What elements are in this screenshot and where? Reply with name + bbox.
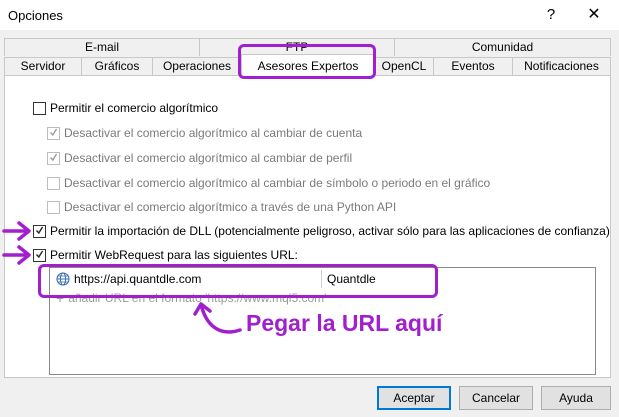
option-label: Desactivar el comercio algorítmico al ca… — [64, 151, 353, 165]
checkbox — [47, 200, 60, 214]
checkmark-icon — [36, 226, 43, 234]
tab-operaciones[interactable]: Operaciones — [152, 57, 242, 75]
checkbox — [47, 126, 60, 140]
curved-arrow-icon — [193, 302, 242, 334]
option-label: Desactivar el comercio algorítmico al ca… — [64, 176, 491, 190]
tab-comunidad[interactable]: Comunidad — [394, 38, 611, 56]
checkbox[interactable] — [33, 101, 46, 115]
checkbox[interactable] — [33, 248, 46, 262]
highlight-active-tab — [238, 44, 376, 79]
option-label: Permitir el comercio algorítmico — [50, 101, 219, 115]
tab-notificaciones[interactable]: Notificaciones — [512, 57, 611, 75]
tab-servidor[interactable]: Servidor — [4, 57, 82, 75]
tab-email[interactable]: E-mail — [4, 38, 200, 56]
option-label: Desactivar el comercio algorítmico al ca… — [64, 126, 363, 140]
option-allow-dll-import[interactable]: Permitir la importación de DLL (potencia… — [33, 223, 610, 239]
arrow-right-icon — [2, 245, 31, 265]
checkmark-icon — [50, 128, 57, 136]
window-title: Opciones — [8, 8, 63, 23]
option-disable-on-profile-change: Desactivar el comercio algorítmico al ca… — [47, 150, 352, 166]
checkmark-icon — [50, 153, 57, 161]
option-allow-webrequest[interactable]: Permitir WebRequest para las siguientes … — [33, 247, 298, 263]
option-disable-via-python-api: Desactivar el comercio algorítmico a tra… — [47, 199, 396, 215]
option-disable-on-account-change: Desactivar el comercio algorítmico al ca… — [47, 125, 362, 141]
option-label: Desactivar el comercio algorítmico a tra… — [64, 200, 397, 214]
option-allow-algo-trading[interactable]: Permitir el comercio algorítmico — [33, 100, 218, 116]
cancel-button[interactable]: Cancelar — [459, 386, 533, 410]
help-button[interactable]: Ayuda — [541, 386, 611, 410]
checkmark-icon — [36, 250, 43, 258]
tab-opencl[interactable]: OpenCL — [374, 57, 434, 75]
close-icon[interactable]: ✕ — [582, 4, 606, 26]
option-disable-on-symbol-change: Desactivar el comercio algorítmico al ca… — [47, 175, 490, 191]
title-bar: Opciones ? ✕ — [0, 0, 619, 30]
checkbox — [47, 176, 60, 190]
accept-button[interactable]: Aceptar — [377, 386, 451, 410]
help-icon[interactable]: ? — [540, 4, 562, 26]
option-label: Permitir la importación de DLL (potencia… — [50, 224, 610, 238]
tab-graficos[interactable]: Gráficos — [81, 57, 153, 75]
highlight-url-row — [38, 264, 438, 298]
checkbox[interactable] — [33, 224, 46, 238]
annotation-paste-url: Pegar la URL aquí — [246, 310, 443, 336]
option-label: Permitir WebRequest para las siguientes … — [50, 248, 298, 262]
checkbox — [47, 151, 60, 165]
tab-eventos[interactable]: Eventos — [433, 57, 513, 75]
arrow-right-icon — [2, 221, 31, 241]
